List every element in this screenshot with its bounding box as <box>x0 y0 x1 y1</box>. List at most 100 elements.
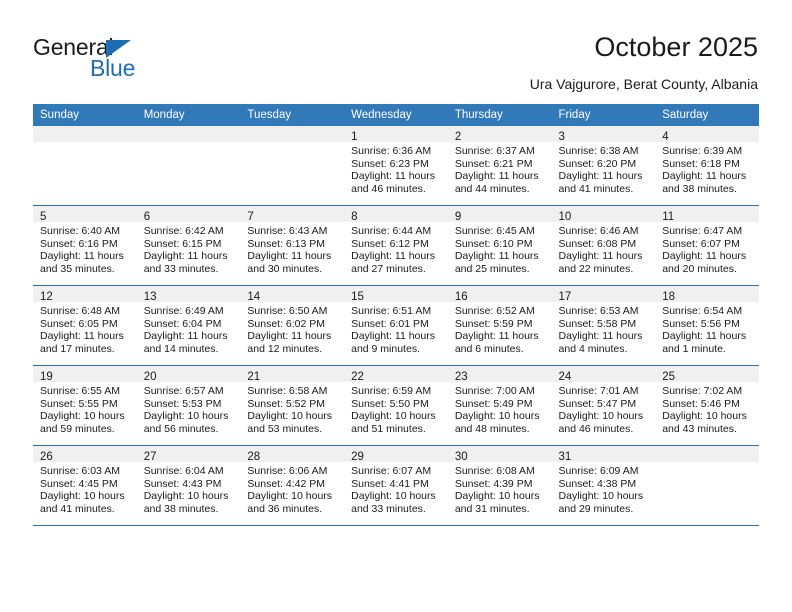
day-cell-inner: 3 Sunrise: 6:38 AM Sunset: 6:20 PM Daylight… <box>551 126 656 205</box>
day-number-band: 17 <box>551 286 656 303</box>
calendar-day-cell[interactable]: 26 Sunrise: 6:03 AM Sunset: 4:45 PM Dayligh… <box>33 445 137 525</box>
daylight-text: Daylight: 10 hours and 43 minutes. <box>662 410 747 435</box>
day-number-band <box>655 446 759 462</box>
sunrise-text: Sunrise: 6:49 AM <box>143 305 224 317</box>
day-number-band: 29 <box>344 446 448 463</box>
calendar-day-cell[interactable]: 31 Sunrise: 6:09 AM Sunset: 4:38 PM Dayligh… <box>551 445 656 525</box>
calendar-day-cell[interactable]: 13 Sunrise: 6:49 AM Sunset: 6:04 PM Dayligh… <box>136 285 241 366</box>
sunset-text: Sunset: 5:58 PM <box>558 317 637 330</box>
day-cell-inner: 10 Sunrise: 6:46 AM Sunset: 6:08 PM Dayligh… <box>551 206 656 285</box>
daylight-text: Daylight: 11 hours and 14 minutes. <box>143 330 228 355</box>
day-number-band: 30 <box>447 446 552 463</box>
weekday-header-monday: Monday <box>136 104 241 126</box>
calendar-day-cell[interactable]: 10 Sunrise: 6:46 AM Sunset: 6:08 PM Dayligh… <box>551 205 656 286</box>
calendar-day-cell[interactable]: 24 Sunrise: 7:01 AM Sunset: 5:47 PM Dayligh… <box>551 365 656 446</box>
weekday-header-sunday: Sunday <box>33 104 137 126</box>
calendar-day-cell[interactable]: 12 Sunrise: 6:48 AM Sunset: 6:05 PM Dayligh… <box>33 285 137 366</box>
calendar-day-cell[interactable]: 9 Sunrise: 6:45 AM Sunset: 6:10 PM Daylight… <box>447 205 552 286</box>
daylight-text: Daylight: 10 hours and 53 minutes. <box>247 410 333 435</box>
calendar-day-cell[interactable]: 16 Sunrise: 6:52 AM Sunset: 5:59 PM Dayligh… <box>447 285 552 366</box>
calendar-day-cell[interactable]: 7 Sunrise: 6:43 AM Sunset: 6:13 PM Daylight… <box>240 205 345 286</box>
day-number-band: 14 <box>240 286 345 303</box>
day-details: Sunrise: 6:50 AM Sunset: 6:02 PM Daylight:… <box>240 302 344 355</box>
sunrise-text: Sunrise: 6:43 AM <box>247 225 328 237</box>
sunset-text: Sunset: 6:02 PM <box>247 317 326 330</box>
day-number-band: 16 <box>447 286 552 303</box>
day-number-band: 2 <box>447 126 552 143</box>
day-number: 27 <box>143 451 157 463</box>
calendar-day-cell[interactable]: 27 Sunrise: 6:04 AM Sunset: 4:43 PM Dayligh… <box>136 445 241 525</box>
day-details: Sunrise: 6:03 AM Sunset: 4:45 PM Daylight:… <box>33 462 137 515</box>
calendar-day-cell-empty <box>33 126 137 206</box>
calendar-day-cell[interactable]: 25 Sunrise: 7:02 AM Sunset: 5:46 PM Dayligh… <box>655 365 759 446</box>
day-number-band: 22 <box>344 366 448 383</box>
calendar-day-cell[interactable]: 6 Sunrise: 6:42 AM Sunset: 6:15 PM Daylight… <box>136 205 241 286</box>
sunrise-text: Sunrise: 6:40 AM <box>40 225 120 237</box>
daylight-text: Daylight: 10 hours and 51 minutes. <box>351 410 436 435</box>
calendar-day-cell[interactable]: 19 Sunrise: 6:55 AM Sunset: 5:55 PM Dayligh… <box>33 365 137 446</box>
day-number-band: 3 <box>551 126 656 143</box>
day-number-band: 19 <box>33 366 137 383</box>
calendar-day-cell[interactable]: 29 Sunrise: 6:07 AM Sunset: 4:41 PM Dayligh… <box>344 445 448 525</box>
day-details: Sunrise: 6:37 AM Sunset: 6:21 PM Daylight:… <box>448 142 552 195</box>
day-details: Sunrise: 6:45 AM Sunset: 6:10 PM Daylight:… <box>448 222 552 275</box>
daylight-text: Daylight: 11 hours and 1 minute. <box>662 330 747 355</box>
daylight-text: Daylight: 10 hours and 56 minutes. <box>143 410 229 435</box>
calendar-day-cell[interactable]: 3 Sunrise: 6:38 AM Sunset: 6:20 PM Daylight… <box>551 126 656 206</box>
sunrise-text: Sunrise: 6:07 AM <box>351 465 432 477</box>
day-number: 12 <box>40 291 53 303</box>
day-cell-inner: 20 Sunrise: 6:57 AM Sunset: 5:53 PM Dayligh… <box>136 366 241 445</box>
calendar-day-cell[interactable]: 30 Sunrise: 6:08 AM Sunset: 4:39 PM Dayligh… <box>447 445 552 525</box>
sunset-text: Sunset: 5:47 PM <box>558 397 637 410</box>
day-details: Sunrise: 6:57 AM Sunset: 5:53 PM Daylight:… <box>137 382 241 435</box>
calendar-day-cell-empty <box>655 445 759 525</box>
calendar-day-cell[interactable]: 28 Sunrise: 6:06 AM Sunset: 4:42 PM Dayligh… <box>240 445 345 525</box>
daylight-text: Daylight: 10 hours and 31 minutes. <box>454 490 540 515</box>
day-cell-inner <box>240 126 345 205</box>
sunset-text: Sunset: 5:56 PM <box>662 317 740 330</box>
calendar-day-cell[interactable]: 23 Sunrise: 7:00 AM Sunset: 5:49 PM Dayligh… <box>447 365 552 446</box>
sunrise-text: Sunrise: 7:00 AM <box>454 385 535 397</box>
sunset-text: Sunset: 6:13 PM <box>247 237 326 250</box>
calendar-day-cell[interactable]: 15 Sunrise: 6:51 AM Sunset: 6:01 PM Dayligh… <box>344 285 448 366</box>
day-details: Sunrise: 6:44 AM Sunset: 6:12 PM Daylight:… <box>344 222 448 275</box>
day-cell-inner: 11 Sunrise: 6:47 AM Sunset: 6:07 PM Dayligh… <box>655 206 759 285</box>
sunset-text: Sunset: 4:41 PM <box>351 477 429 490</box>
day-number-band: 9 <box>447 206 552 223</box>
day-cell-inner <box>33 126 137 205</box>
sunset-text: Sunset: 6:15 PM <box>143 237 222 250</box>
daylight-text: Daylight: 11 hours and 27 minutes. <box>351 250 435 275</box>
calendar-week-row: 19 Sunrise: 6:55 AM Sunset: 5:55 PM Dayligh… <box>33 365 759 446</box>
day-number-band: 1 <box>344 126 448 143</box>
day-cell-inner: 14 Sunrise: 6:50 AM Sunset: 6:02 PM Dayligh… <box>240 286 345 365</box>
calendar-day-cell[interactable]: 5 Sunrise: 6:40 AM Sunset: 6:16 PM Daylight… <box>33 205 137 286</box>
calendar-day-cell[interactable]: 8 Sunrise: 6:44 AM Sunset: 6:12 PM Daylight… <box>344 205 448 286</box>
sunrise-text: Sunrise: 6:39 AM <box>662 145 743 157</box>
sunrise-text: Sunrise: 6:03 AM <box>40 465 120 477</box>
sunrise-text: Sunrise: 6:46 AM <box>558 225 639 237</box>
calendar-day-cell[interactable]: 20 Sunrise: 6:57 AM Sunset: 5:53 PM Dayligh… <box>136 365 241 446</box>
calendar-day-cell[interactable]: 21 Sunrise: 6:58 AM Sunset: 5:52 PM Dayligh… <box>240 365 345 446</box>
day-details: Sunrise: 6:06 AM Sunset: 4:42 PM Daylight:… <box>240 462 344 515</box>
calendar-day-cell[interactable]: 18 Sunrise: 6:54 AM Sunset: 5:56 PM Dayligh… <box>655 285 759 366</box>
sunrise-text: Sunrise: 6:48 AM <box>40 305 120 317</box>
calendar-day-cell[interactable]: 4 Sunrise: 6:39 AM Sunset: 6:18 PM Daylight… <box>655 126 759 206</box>
daylight-text: Daylight: 11 hours and 12 minutes. <box>247 330 332 355</box>
day-cell-inner: 2 Sunrise: 6:37 AM Sunset: 6:21 PM Daylight… <box>447 126 552 205</box>
calendar-day-cell[interactable]: 11 Sunrise: 6:47 AM Sunset: 6:07 PM Dayligh… <box>655 205 759 286</box>
day-number: 7 <box>247 211 254 223</box>
daylight-text: Daylight: 11 hours and 33 minutes. <box>143 250 228 275</box>
day-details: Sunrise: 6:51 AM Sunset: 6:01 PM Daylight:… <box>344 302 448 355</box>
calendar-table: Sunday Monday Tuesday Wednesday Thursday Frid… <box>33 104 759 525</box>
calendar-day-cell[interactable]: 17 Sunrise: 6:53 AM Sunset: 5:58 PM Dayligh… <box>551 285 656 366</box>
calendar-day-cell[interactable]: 1 Sunrise: 6:36 AM Sunset: 6:23 PM Daylight… <box>344 126 448 206</box>
daylight-text: Daylight: 11 hours and 22 minutes. <box>558 250 643 275</box>
calendar-day-cell[interactable]: 14 Sunrise: 6:50 AM Sunset: 6:02 PM Dayligh… <box>240 285 345 366</box>
day-number: 31 <box>558 451 572 463</box>
calendar-day-cell[interactable]: 2 Sunrise: 6:37 AM Sunset: 6:21 PM Daylight… <box>447 126 552 206</box>
sunrise-text: Sunrise: 6:38 AM <box>558 145 639 157</box>
sunset-text: Sunset: 5:55 PM <box>40 397 118 410</box>
calendar-day-cell[interactable]: 22 Sunrise: 6:59 AM Sunset: 5:50 PM Dayligh… <box>344 365 448 446</box>
day-number: 30 <box>454 451 468 463</box>
day-details: Sunrise: 6:47 AM Sunset: 6:07 PM Daylight:… <box>655 222 759 275</box>
